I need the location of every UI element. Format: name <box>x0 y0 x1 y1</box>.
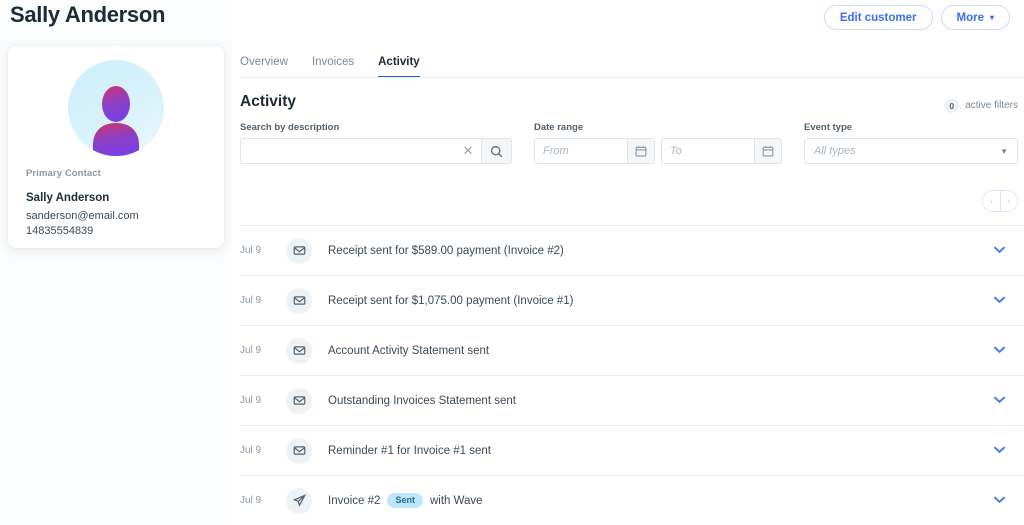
table-row[interactable]: Jul 9 Receipt sent for $1,075.00 payment… <box>240 275 1024 325</box>
pagination-prev-button[interactable]: ‹ <box>983 191 1000 211</box>
date-from-cell <box>534 138 655 164</box>
tab-divider <box>240 77 1024 78</box>
row-text: Receipt sent for $589.00 payment (Invoic… <box>328 245 564 257</box>
tab-activity[interactable]: Activity <box>378 56 420 78</box>
status-badge: Sent <box>387 493 423 508</box>
row-description: Receipt sent for $1,075.00 payment (Invo… <box>328 295 573 307</box>
customer-activity-page: Sally Anderson <box>0 0 1024 525</box>
edit-customer-button[interactable]: Edit customer <box>824 5 933 30</box>
envelope-icon <box>286 238 312 264</box>
row-text: Outstanding Invoices Statement sent <box>328 395 516 407</box>
activity-list: Jul 9 Receipt sent for $589.00 payment (… <box>240 225 1024 525</box>
primary-contact-card: Primary Contact Sally Anderson sanderson… <box>8 46 224 248</box>
envelope-icon <box>286 438 312 464</box>
date-to-input[interactable] <box>661 138 754 164</box>
row-description: Invoice #2 <box>328 495 380 507</box>
chevron-down-icon[interactable] <box>993 295 1006 306</box>
paper-plane-icon <box>286 488 312 514</box>
primary-contact-label: Primary Contact <box>26 168 139 179</box>
section-title: Activity <box>240 93 296 111</box>
table-row[interactable]: Jul 9 Reminder #1 for Invoice #1 sent <box>240 425 1024 475</box>
tab-bar: Overview Invoices Activity <box>240 48 420 78</box>
chevron-down-icon[interactable] <box>993 395 1006 406</box>
person-avatar-icon <box>85 84 147 156</box>
contact-phone: 14835554839 <box>26 224 139 239</box>
date-range-label: Date range <box>534 122 782 133</box>
main-column: Edit customer More ▾ Overview Invoices A… <box>232 0 1024 525</box>
date-range-inputs <box>534 138 782 164</box>
event-type-label: Event type <box>804 122 1018 133</box>
row-description: Outstanding Invoices Statement sent <box>328 395 516 407</box>
row-date: Jul 9 <box>240 345 286 356</box>
row-text: Reminder #1 for Invoice #1 sent <box>328 445 491 457</box>
envelope-icon <box>286 288 312 314</box>
calendar-icon <box>762 145 774 157</box>
header-actions: Edit customer More ▾ <box>824 5 1010 30</box>
active-filters-indicator: 0 active filters <box>944 98 1018 113</box>
avatar <box>68 60 164 156</box>
chevron-down-icon[interactable] <box>993 345 1006 356</box>
pagination: ‹ › <box>982 190 1018 212</box>
more-label: More <box>957 12 984 24</box>
search-icon <box>490 145 503 158</box>
table-row[interactable]: Jul 9 Receipt sent for $589.00 payment (… <box>240 225 1024 275</box>
event-type-field-group: Event type All types ▼ <box>804 122 1018 164</box>
date-from-input[interactable] <box>534 138 627 164</box>
clear-search-icon[interactable]: ✕ <box>455 138 481 164</box>
table-row[interactable]: Jul 9 Outstanding Invoices Statement sen… <box>240 375 1024 425</box>
left-column: Sally Anderson <box>0 0 232 525</box>
row-text: Receipt sent for $1,075.00 payment (Invo… <box>328 295 573 307</box>
calendar-icon <box>635 145 647 157</box>
avatar-wrapper <box>8 60 224 156</box>
filter-bar: Search by description ✕ Date range <box>240 122 1018 164</box>
table-row[interactable]: Jul 9 Account Activity Statement sent <box>240 325 1024 375</box>
event-type-select[interactable]: All types ▼ <box>804 138 1018 164</box>
event-type-value: All types <box>814 145 856 157</box>
contact-details: Primary Contact Sally Anderson sanderson… <box>26 168 139 239</box>
tab-overview[interactable]: Overview <box>240 56 288 78</box>
date-to-cell <box>661 138 782 164</box>
row-text: Account Activity Statement sent <box>328 345 489 357</box>
tab-invoices[interactable]: Invoices <box>312 56 354 78</box>
row-description: Receipt sent for $589.00 payment (Invoic… <box>328 245 564 257</box>
pagination-next-button[interactable]: › <box>1000 191 1017 211</box>
search-button[interactable] <box>481 138 512 164</box>
envelope-icon <box>286 338 312 364</box>
row-date: Jul 9 <box>240 295 286 306</box>
chevron-down-icon[interactable] <box>993 245 1006 256</box>
date-to-calendar-button[interactable] <box>754 138 782 164</box>
row-description-suffix: with Wave <box>430 495 483 507</box>
search-input-row: ✕ <box>240 138 512 164</box>
row-date: Jul 9 <box>240 395 286 406</box>
chevron-down-icon: ▾ <box>990 14 994 22</box>
envelope-icon <box>286 388 312 414</box>
row-text: Invoice #2 Sent with Wave <box>328 493 483 508</box>
contact-name: Sally Anderson <box>26 192 139 204</box>
contact-email: sanderson@email.com <box>26 209 139 224</box>
chevron-down-icon[interactable] <box>993 445 1006 456</box>
search-input[interactable] <box>240 138 455 164</box>
row-description: Reminder #1 for Invoice #1 sent <box>328 445 491 457</box>
page-title: Sally Anderson <box>10 2 165 28</box>
active-filters-count: 0 <box>944 98 959 113</box>
row-date: Jul 9 <box>240 445 286 456</box>
date-range-field-group: Date range <box>534 122 782 164</box>
chevron-down-icon: ▼ <box>1000 147 1008 156</box>
row-date: Jul 9 <box>240 495 286 506</box>
row-date: Jul 9 <box>240 245 286 256</box>
chevron-down-icon[interactable] <box>993 495 1006 506</box>
search-field-group: Search by description ✕ <box>240 122 512 164</box>
search-label: Search by description <box>240 122 512 133</box>
active-filters-label: active filters <box>965 100 1018 111</box>
row-description: Account Activity Statement sent <box>328 345 489 357</box>
edit-customer-label: Edit customer <box>840 12 917 24</box>
date-from-calendar-button[interactable] <box>627 138 655 164</box>
more-button[interactable]: More ▾ <box>941 5 1011 30</box>
table-row[interactable]: Jul 9 Invoice #2 Sent with Wave <box>240 475 1024 525</box>
